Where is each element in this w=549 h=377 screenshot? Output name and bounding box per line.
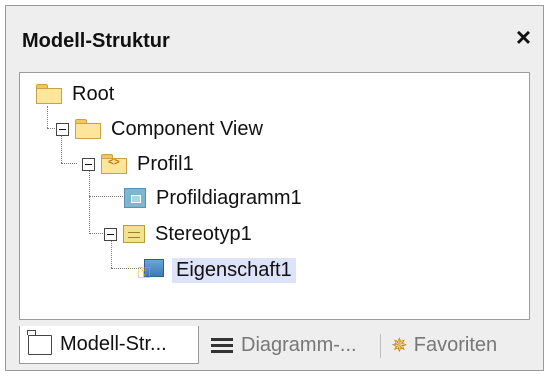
tree-node-label: Component View (111, 117, 263, 140)
tree-node-label: Root (72, 82, 115, 105)
tree-node-label: Profildiagramm1 (156, 186, 302, 209)
model-tree-panel: Modell-Struktur × Root Component View <>… (5, 5, 544, 371)
profile-diagram-icon (124, 188, 146, 208)
close-icon[interactable]: × (516, 24, 531, 50)
tab-diagramm-struktur[interactable]: Diagramm-... (211, 326, 357, 364)
tree-connector (89, 196, 123, 197)
tree-node-component-view[interactable]: Component View (56, 114, 267, 144)
tree-node-eigenschaft1[interactable]: ⚿ Eigenschaft1 (138, 255, 296, 285)
tab-favoriten[interactable]: ✵ Favoriten (391, 326, 497, 364)
panel-tabbar: Modell-Str... Diagramm-... ✵ Favoriten (19, 324, 537, 368)
folder-outline-icon (27, 329, 52, 355)
tree-view[interactable]: Root Component View <> Profil1 Profildia… (19, 72, 530, 320)
tree-connector (61, 163, 77, 164)
tree-connector (89, 233, 105, 234)
tab-label: Modell-Str... (60, 333, 167, 355)
tab-modell-struktur[interactable]: Modell-Str... (19, 326, 199, 364)
collapse-icon[interactable] (82, 157, 95, 171)
tree-node-profil1[interactable]: <> Profil1 (82, 149, 198, 179)
tree-node-root[interactable]: Root (36, 79, 118, 109)
tab-divider (380, 334, 381, 358)
stereotype-icon (123, 225, 145, 243)
tab-label: Diagramm-... (241, 333, 357, 356)
property-icon: ⚿ (138, 259, 166, 282)
tree-node-stereotyp1[interactable]: Stereotyp1 (104, 219, 256, 249)
folder-icon (36, 84, 62, 104)
tree-connector (89, 170, 90, 234)
tree-connector (47, 128, 55, 129)
tree-connector (47, 106, 48, 128)
tree-connector (111, 268, 141, 269)
tab-label: Favoriten (413, 333, 498, 356)
panel-titlebar: Modell-Struktur × (6, 6, 543, 66)
collapse-icon[interactable] (56, 122, 69, 136)
tree-node-profildiagramm1[interactable]: Profildiagramm1 (124, 183, 306, 213)
tree-node-label: Eigenschaft1 (172, 257, 296, 283)
tree-node-label: Profil1 (137, 152, 194, 175)
folder-icon (75, 119, 101, 139)
collapse-icon[interactable] (104, 227, 117, 241)
favorites-icon: ✵ (391, 334, 408, 357)
diagram-tree-icon (211, 336, 233, 354)
profile-package-icon: <> (101, 154, 127, 174)
tree-node-label: Stereotyp1 (155, 222, 252, 245)
panel-title: Modell-Struktur (22, 30, 170, 52)
